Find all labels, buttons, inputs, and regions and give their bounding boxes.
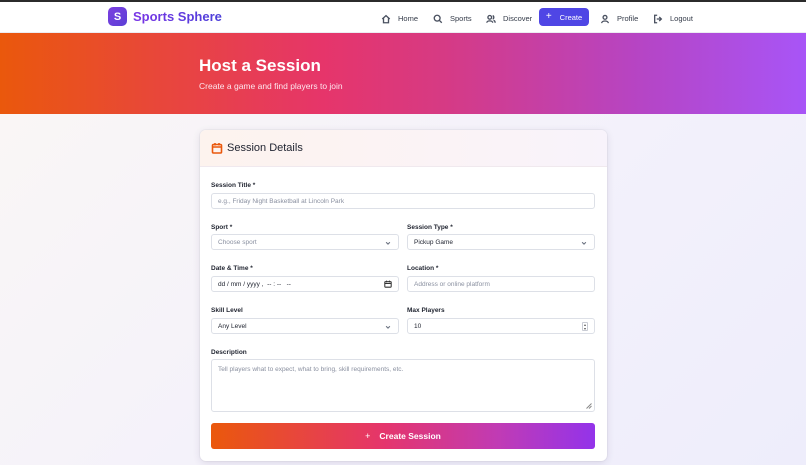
stepper-arrows-icon[interactable]: ▴ ▾	[582, 322, 588, 331]
nav-sports-label: Sports	[450, 14, 472, 23]
home-icon	[381, 14, 391, 23]
hero-banner: Host a Session Create a game and find pl…	[0, 33, 806, 114]
chevron-down-icon	[385, 241, 391, 245]
calendar-picker-icon[interactable]	[384, 280, 392, 288]
description-label: Description	[211, 349, 247, 356]
nav-discover[interactable]: Discover	[486, 10, 532, 27]
skill-level-value: Any Level	[218, 322, 247, 330]
chevron-down-icon	[385, 325, 391, 329]
nav-sports[interactable]: Sports	[433, 10, 472, 27]
brand-logo: S	[108, 7, 127, 26]
page-title: Host a Session	[199, 56, 321, 75]
location-input[interactable]: Address or online platform	[407, 276, 595, 292]
nav-create-label: Create	[559, 12, 583, 22]
nav-profile[interactable]: Profile	[600, 10, 638, 27]
search-icon	[433, 14, 443, 23]
session-title-label: Session Title *	[211, 182, 256, 189]
datetime-input[interactable]: dd / mm / yyyy , -- : -- --	[211, 276, 399, 292]
nav-profile-label: Profile	[617, 14, 639, 23]
nav-create-button[interactable]: + Create	[539, 8, 589, 26]
description-placeholder: Tell players what to expect, what to bri…	[218, 366, 404, 373]
nav-logout[interactable]: Logout	[653, 10, 693, 27]
nav-home[interactable]: Home	[381, 10, 418, 27]
page-subtitle: Create a game and find players to join	[199, 81, 343, 91]
session-type-value: Pickup Game	[414, 238, 454, 246]
resize-handle-icon[interactable]	[586, 403, 592, 409]
card-header: Session Details	[200, 130, 607, 167]
plus-icon: +	[545, 11, 552, 22]
session-form-card: Session Details Session Title * e.g., Fr…	[200, 130, 607, 461]
skill-level-select[interactable]: Any Level	[211, 318, 399, 334]
plus-icon: +	[365, 431, 371, 441]
calendar-icon	[211, 143, 223, 154]
create-session-label: Create Session	[379, 431, 441, 441]
sport-select[interactable]: Choose sport	[211, 234, 399, 250]
datetime-value: dd / mm / yyyy , -- : -- --	[218, 280, 291, 288]
chevron-down-icon	[581, 241, 587, 245]
sport-select-value: Choose sport	[218, 238, 257, 246]
max-players-label: Max Players	[407, 307, 445, 314]
session-type-label: Session Type *	[407, 224, 453, 231]
users-icon	[486, 14, 496, 23]
user-icon	[601, 14, 609, 23]
skill-level-label: Skill Level	[211, 307, 243, 314]
max-players-stepper[interactable]: 10 ▴ ▾	[407, 318, 595, 334]
brand-link[interactable]: S Sports Sphere	[108, 7, 222, 26]
logout-icon	[654, 14, 663, 23]
session-type-select[interactable]: Pickup Game	[407, 234, 595, 250]
brand-name: Sports Sphere	[133, 9, 222, 24]
navbar: S Sports Sphere Home Sports Discover + C…	[0, 2, 806, 33]
nav-discover-label: Discover	[503, 14, 533, 23]
session-title-input[interactable]: e.g., Friday Night Basketball at Lincoln…	[211, 193, 595, 209]
nav-logout-label: Logout	[670, 14, 693, 23]
description-textarea[interactable]: Tell players what to expect, what to bri…	[211, 359, 595, 412]
sport-label: Sport *	[211, 224, 233, 231]
card-title: Session Details	[227, 142, 303, 154]
nav-home-label: Home	[398, 14, 419, 23]
location-label: Location *	[407, 265, 439, 272]
datetime-label: Date & Time *	[211, 265, 253, 272]
max-players-value: 10	[414, 322, 422, 330]
create-session-button[interactable]: + Create Session	[211, 423, 595, 449]
